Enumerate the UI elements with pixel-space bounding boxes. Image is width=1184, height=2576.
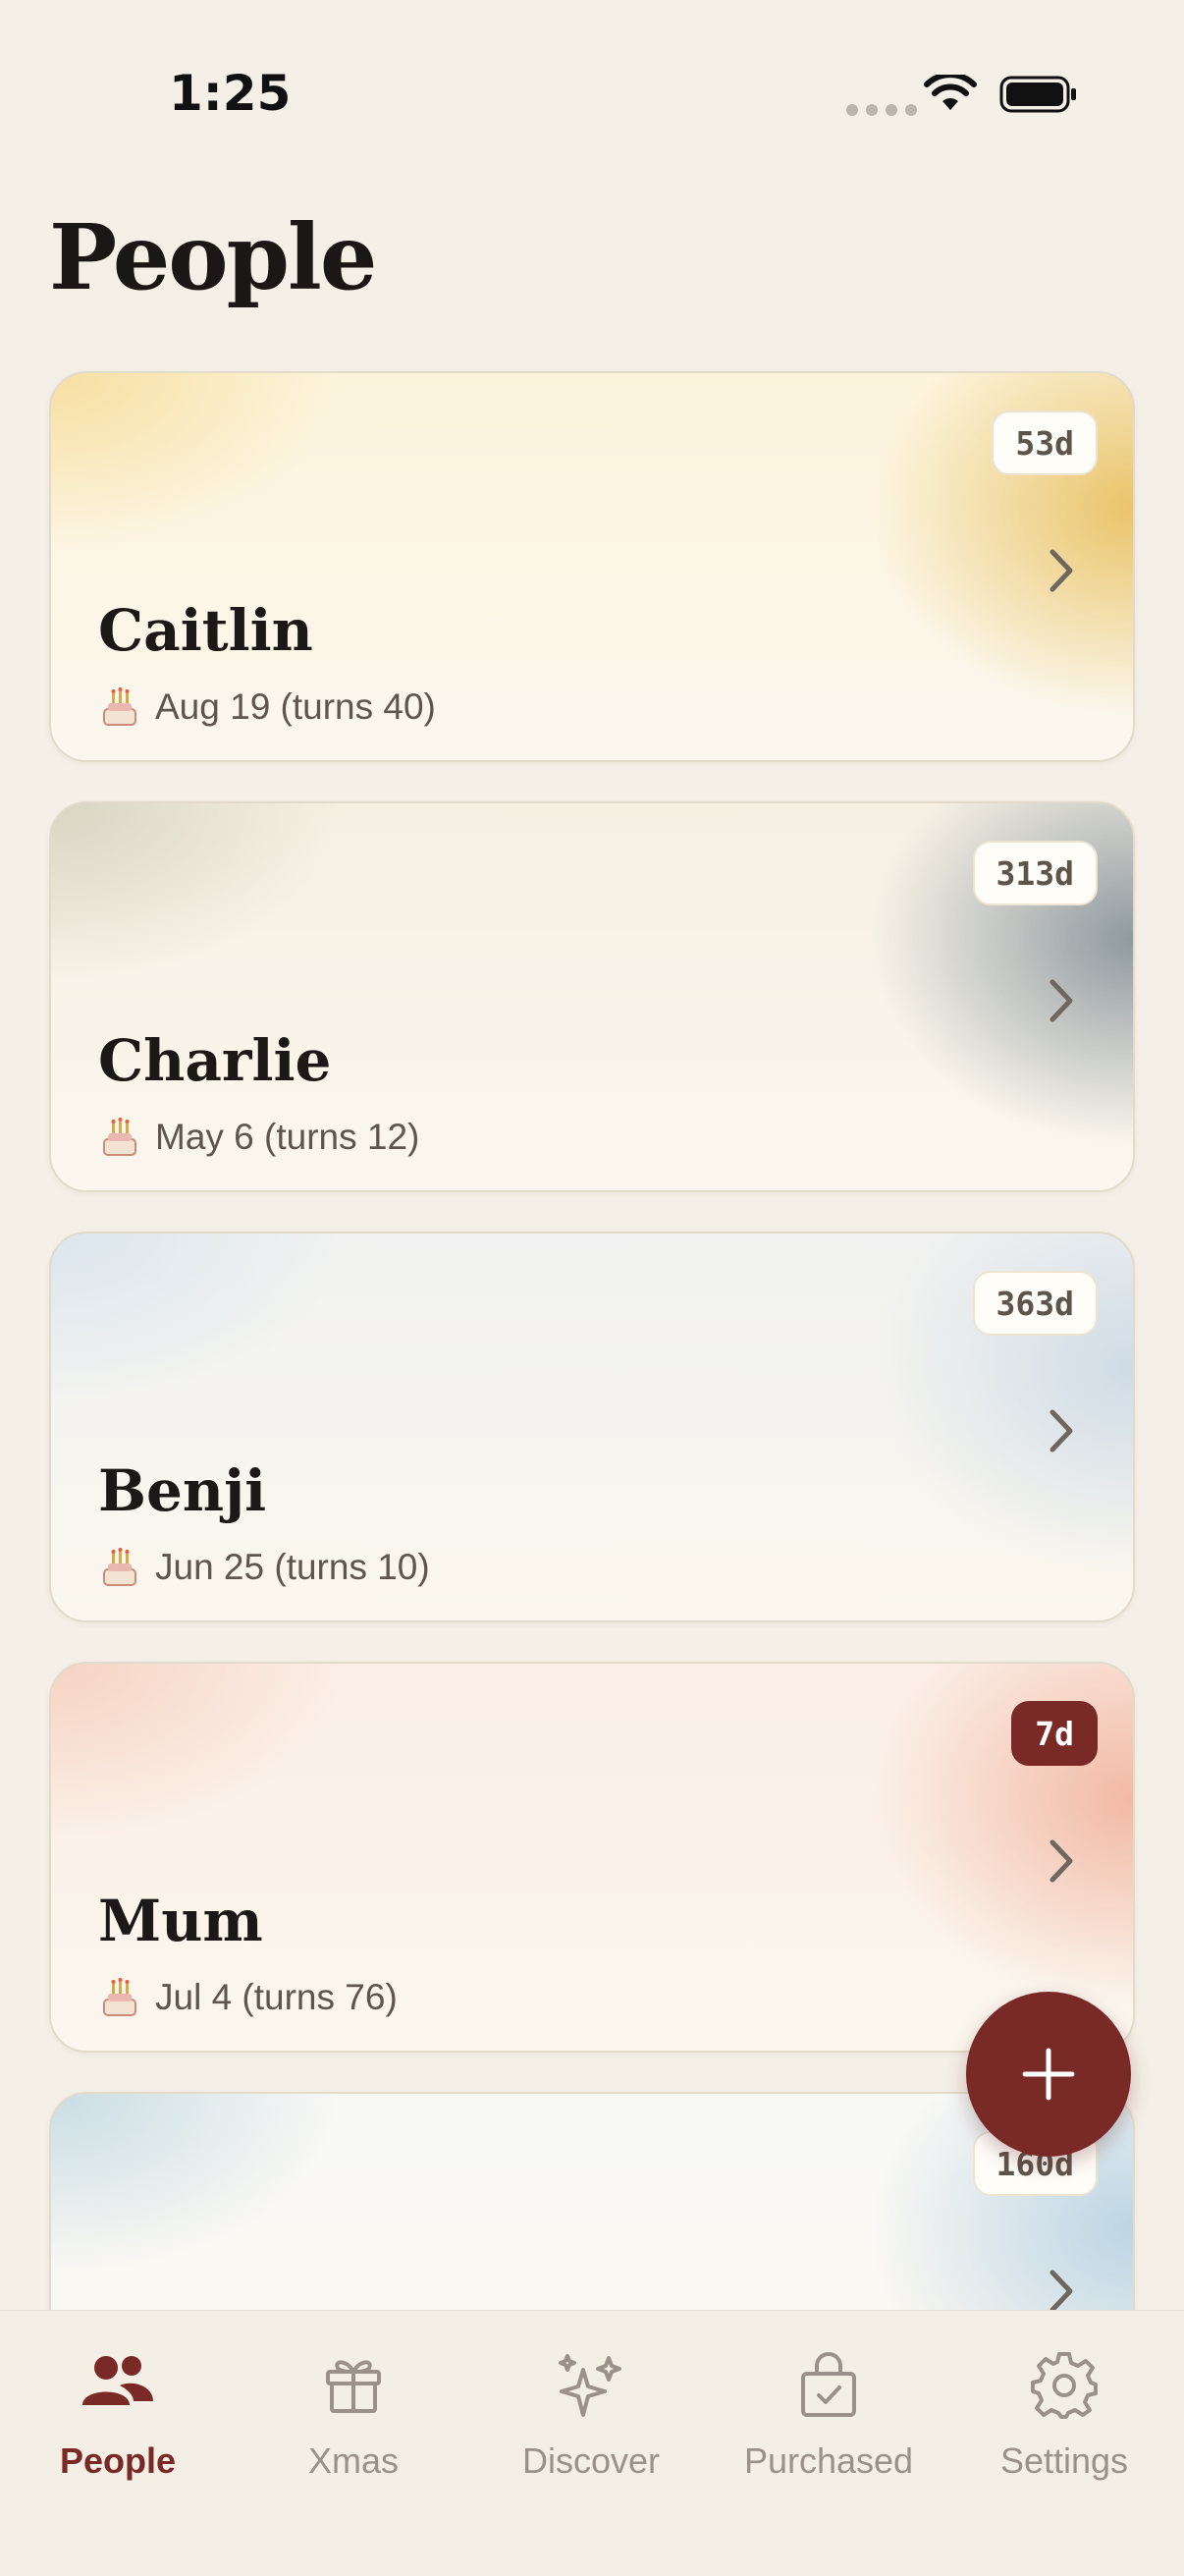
- status-time: 1:25: [169, 65, 292, 122]
- birthday-cake-icon: [103, 1978, 136, 2016]
- tab-label: Purchased: [743, 2440, 914, 2481]
- days-until-badge: 53d: [992, 411, 1098, 475]
- sparkles-icon: [559, 2354, 621, 2417]
- tab-purchased[interactable]: Purchased: [730, 2311, 927, 2507]
- birthday-text: May 6 (turns 12): [155, 1117, 420, 1157]
- person-card-charlie[interactable]: Charlie May 6 (turns 12) 313d: [49, 801, 1135, 1192]
- person-card-caitlin[interactable]: Caitlin Aug 19 (turns 40) 53d: [49, 371, 1135, 762]
- tab-label: Xmas: [307, 2440, 400, 2481]
- plus-icon: [1022, 2048, 1075, 2101]
- chevron-right-icon: [1049, 2270, 1073, 2313]
- person-card-mum[interactable]: Mum Jul 4 (turns 76) 7d: [49, 1662, 1135, 2053]
- people-icon: [82, 2356, 153, 2405]
- gear-icon: [1031, 2352, 1098, 2419]
- person-name: Benji: [98, 1457, 267, 1524]
- tab-discover[interactable]: Discover: [493, 2311, 689, 2507]
- chevron-right-icon: [1049, 1409, 1073, 1452]
- birthday-cake-icon: [103, 1118, 136, 1156]
- bag-check-icon: [801, 2352, 856, 2417]
- person-name: Caitlin: [98, 597, 313, 664]
- add-person-button[interactable]: [966, 1992, 1131, 2157]
- chevron-right-icon: [1049, 979, 1073, 1022]
- birthday-cake-icon: [103, 687, 136, 726]
- page-title: People: [49, 204, 377, 310]
- chevron-right-icon: [1049, 1839, 1073, 1883]
- days-until-badge: 313d: [972, 841, 1098, 905]
- tab-label: Discover: [521, 2440, 661, 2481]
- gift-icon: [326, 2360, 381, 2413]
- tab-people[interactable]: People: [20, 2311, 216, 2507]
- person-card-benji[interactable]: Benji Jun 25 (turns 10) 363d: [49, 1232, 1135, 1622]
- battery-icon: [999, 76, 1076, 113]
- birthday-line: Aug 19 (turns 40): [98, 685, 436, 729]
- birthday-text: Jun 25 (turns 10): [155, 1547, 430, 1587]
- status-bar: 1:25: [0, 0, 1184, 147]
- days-until-badge: 363d: [972, 1271, 1098, 1336]
- days-until-badge: 7d: [1011, 1701, 1098, 1766]
- birthday-text: Jul 4 (turns 76): [155, 1977, 398, 2017]
- tab-label: Settings: [999, 2440, 1129, 2481]
- cellular-signal-icon: [846, 104, 917, 116]
- tab-settings[interactable]: Settings: [966, 2311, 1162, 2507]
- tab-label: People: [59, 2440, 177, 2481]
- birthday-cake-icon: [103, 1548, 136, 1586]
- birthday-line: Jul 4 (turns 76): [98, 1976, 398, 2019]
- person-name: Charlie: [98, 1027, 332, 1094]
- tab-xmas[interactable]: Xmas: [255, 2311, 452, 2507]
- wifi-icon: [924, 75, 977, 110]
- birthday-text: Aug 19 (turns 40): [155, 686, 436, 727]
- birthday-line: Jun 25 (turns 10): [98, 1546, 430, 1589]
- person-name: Mum: [98, 1888, 263, 1954]
- birthday-line: May 6 (turns 12): [98, 1116, 419, 1159]
- chevron-right-icon: [1049, 549, 1073, 592]
- tab-bar: People Xmas Discover Purchased Settings: [0, 2310, 1184, 2576]
